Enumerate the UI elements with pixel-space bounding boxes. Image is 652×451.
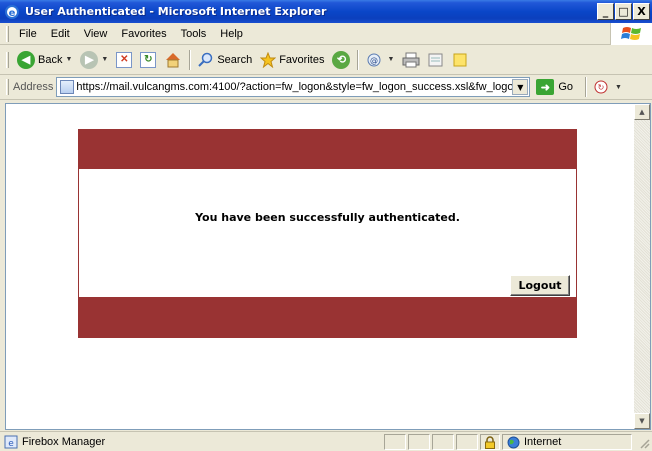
status-pane: [432, 434, 454, 450]
go-arrow-icon: ➜: [536, 79, 555, 95]
address-field[interactable]: ▼: [56, 77, 531, 97]
stop-button[interactable]: ✕: [112, 48, 136, 72]
search-icon: [198, 52, 213, 67]
svg-text:e: e: [9, 8, 16, 19]
chevron-down-icon[interactable]: ▼: [615, 84, 622, 91]
favorites-label: Favorites: [279, 53, 325, 66]
status-pane: [384, 434, 406, 450]
status-bar: e Firebox Manager Internet: [0, 431, 652, 451]
windows-logo-icon: [610, 23, 652, 45]
forward-arrow-icon: ▶: [80, 50, 99, 69]
address-input[interactable]: [74, 78, 515, 96]
go-label: Go: [558, 81, 574, 93]
menu-bar: File Edit View Favorites Tools Help: [0, 23, 652, 45]
auth-panel: You have been successfully authenticated…: [78, 129, 577, 338]
plugin-icon: ↻: [594, 80, 608, 94]
chevron-down-icon[interactable]: ▼: [65, 56, 72, 63]
status-text: Firebox Manager: [22, 435, 106, 448]
menu-view[interactable]: View: [78, 28, 116, 40]
globe-icon: [507, 436, 520, 448]
ie-icon: e: [4, 4, 20, 20]
mail-button[interactable]: @ ▼: [362, 48, 398, 72]
refresh-button[interactable]: ↻: [136, 48, 160, 72]
back-label: Back: [38, 53, 63, 66]
scroll-up-button[interactable]: ▲: [634, 104, 650, 120]
address-dropdown-button[interactable]: ▼: [512, 79, 529, 95]
toolbar-separator: [357, 49, 360, 70]
security-pane: [480, 434, 500, 450]
refresh-icon: ↻: [140, 51, 157, 68]
panel-header-banner: [78, 129, 577, 169]
print-icon: [402, 52, 420, 67]
close-button[interactable]: X: [633, 3, 650, 20]
toolbar-grip[interactable]: [6, 25, 9, 42]
panel-footer-banner: [78, 297, 577, 338]
chevron-down-icon[interactable]: ▼: [101, 56, 108, 63]
home-button[interactable]: [160, 48, 186, 72]
zone-label: Internet: [524, 436, 562, 448]
menu-tools[interactable]: Tools: [175, 28, 215, 40]
toolbar-grip[interactable]: [6, 79, 9, 95]
logout-button[interactable]: Logout: [510, 275, 570, 296]
links-button[interactable]: ↻ ▼: [590, 75, 626, 99]
search-label: Search: [217, 53, 253, 66]
address-label: Address: [13, 81, 54, 93]
svg-text:↻: ↻: [598, 83, 605, 92]
lock-icon: [485, 435, 495, 449]
toolbar-grip[interactable]: [6, 51, 9, 68]
scroll-down-button[interactable]: ▼: [634, 413, 650, 429]
menu-favorites[interactable]: Favorites: [115, 28, 174, 40]
back-button[interactable]: ◀ Back ▼: [13, 48, 76, 72]
zone-pane: Internet: [502, 434, 632, 450]
favorites-button[interactable]: Favorites: [256, 48, 328, 72]
status-pane: [408, 434, 430, 450]
svg-text:e: e: [8, 439, 14, 449]
note-icon: [453, 53, 467, 66]
standard-toolbar: ◀ Back ▼ ▶ ▼ ✕ ↻ Search Favorites ⟲ @ ▼: [0, 45, 652, 75]
svg-text:@: @: [370, 56, 378, 65]
page-status-icon: e: [4, 435, 18, 449]
window-title: User Authenticated - Microsoft Internet …: [25, 5, 327, 18]
maximize-button[interactable]: □: [615, 3, 632, 20]
history-icon: ⟲: [332, 50, 351, 69]
search-button[interactable]: Search: [194, 48, 256, 72]
history-button[interactable]: ⟲: [328, 48, 354, 72]
edit-button[interactable]: [424, 48, 448, 72]
chevron-down-icon[interactable]: ▼: [387, 56, 394, 63]
print-button[interactable]: [398, 48, 424, 72]
address-bar: Address ▼ ➜ Go ↻ ▼: [0, 75, 652, 100]
status-pane: [456, 434, 478, 450]
success-message: You have been successfully authenticated…: [195, 211, 460, 224]
toolbar-separator: [585, 77, 588, 97]
title-bar: e User Authenticated - Microsoft Interne…: [0, 0, 652, 23]
messenger-button[interactable]: [448, 48, 472, 72]
menu-help[interactable]: Help: [214, 28, 251, 40]
star-icon: [260, 51, 277, 68]
resize-grip-icon[interactable]: [638, 437, 650, 449]
browser-viewport: You have been successfully authenticated…: [5, 103, 651, 430]
vertical-scrollbar[interactable]: ▲ ▼: [634, 104, 650, 429]
page-icon: [60, 80, 75, 94]
menu-file[interactable]: File: [13, 28, 45, 40]
stop-icon: ✕: [116, 51, 133, 68]
toolbar-separator: [189, 49, 192, 70]
panel-body: You have been successfully authenticated…: [78, 169, 577, 297]
minimize-button[interactable]: _: [597, 3, 614, 20]
back-arrow-icon: ◀: [17, 50, 35, 69]
go-button[interactable]: ➜ Go: [536, 79, 573, 95]
mail-icon: @: [367, 53, 381, 66]
edit-icon: [428, 53, 443, 66]
home-icon: [166, 52, 181, 67]
forward-button[interactable]: ▶ ▼: [76, 48, 112, 72]
menu-edit[interactable]: Edit: [45, 28, 78, 40]
